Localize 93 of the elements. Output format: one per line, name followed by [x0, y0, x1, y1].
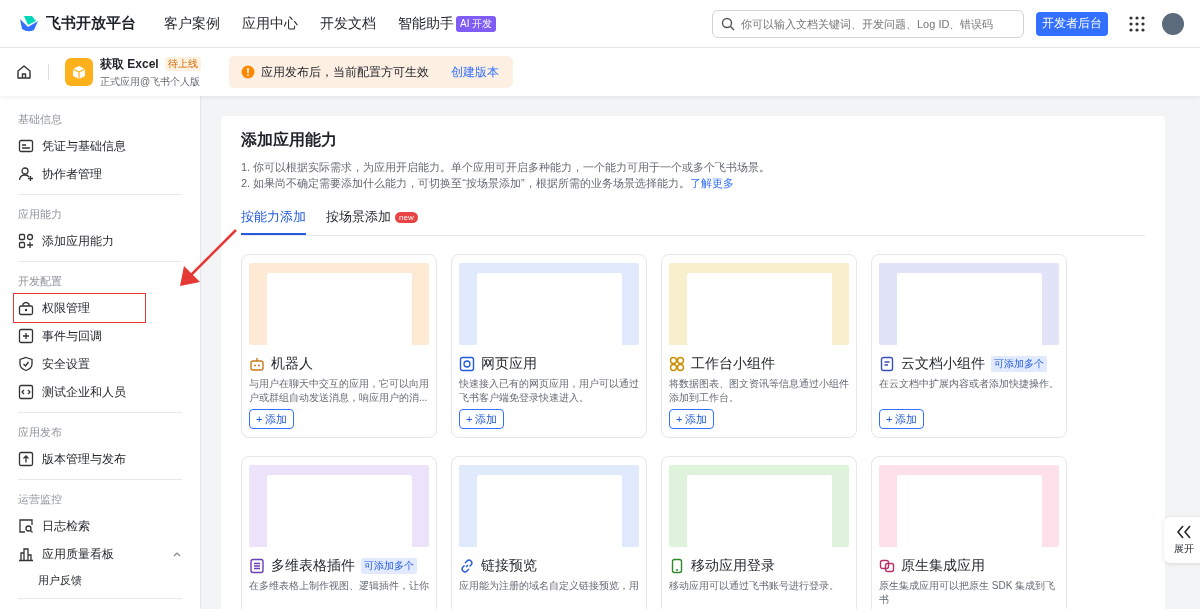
four-circles-icon	[669, 356, 685, 372]
section-title: 运营监控	[18, 492, 63, 507]
search-field[interactable]: 你可以输入文档关键词、开发问题、Log ID、错误码	[712, 9, 1024, 38]
plus-square-icon	[18, 328, 34, 344]
upload-icon	[18, 451, 34, 467]
browser-icon	[459, 356, 475, 372]
id-card-icon	[18, 138, 34, 154]
sidebar-item[interactable]: 安全设置	[18, 350, 182, 378]
card-title: 多维表格插件	[271, 557, 355, 575]
instruction-text: 2. 如果尚不确定需要添加什么能力，可切换至“按场景添加”，根据所需的业务场景选择能力。了解更多	[241, 176, 735, 191]
instruction-text: 1. 你可以根据实际需求，为应用开启能力。单个应用可开启多种能力，一个能力可用于一个或多个飞书场景。	[241, 160, 772, 175]
card-title: 云文档小组件	[901, 355, 985, 373]
nav-link[interactable]: 智能助手	[398, 14, 454, 33]
sidebar-item[interactable]: 协作者管理	[18, 160, 182, 188]
capability-card[interactable]: 工作台小组件 将数据图表、图文资讯等信息通过小组件添加到工作台。 + 添加	[661, 254, 857, 438]
robot-icon	[249, 356, 265, 372]
tab[interactable]: 按场景添加	[326, 205, 391, 235]
card-title: 网页应用	[481, 355, 537, 373]
status-badge: 待上线	[164, 57, 201, 71]
app-subtitle: 正式应用@飞书个人版	[100, 74, 201, 89]
add-button[interactable]: + 添加	[249, 409, 295, 429]
blocks-icon	[18, 233, 34, 249]
bar-chart-icon	[18, 546, 34, 562]
sidebar-item[interactable]: 日志检索	[18, 512, 182, 540]
new-badge: new	[395, 211, 418, 223]
avatar[interactable]	[1162, 12, 1184, 35]
capability-card[interactable]: 网页应用 快速接入已有的网页应用，用户可以通过飞书客户端免登录快速进入。 + 添加	[451, 254, 647, 438]
add-button[interactable]: + 添加	[879, 409, 925, 429]
add-button[interactable]: + 添加	[669, 409, 715, 429]
link-icon	[459, 558, 475, 574]
capability-card[interactable]: 云文档小组件 可添加多个 在云文档中扩展内容或者添加快捷操作。 + 添加	[871, 254, 1067, 438]
page-title: 添加应用能力	[241, 130, 338, 150]
section-title: 应用发布	[18, 425, 63, 440]
capability-card[interactable]: 移动应用登录 移动应用可以通过飞书账号进行登录。	[661, 456, 857, 609]
capability-card[interactable]: 多维表格插件 可添加多个 在多维表格上制作视图、逻辑插件，让你	[241, 456, 437, 609]
home-icon[interactable]	[16, 64, 32, 80]
sidebar-item[interactable]: 凭证与基础信息	[18, 132, 182, 160]
card-title: 链接预览	[481, 557, 537, 575]
capability-card[interactable]: 链接预览 应用能为注册的域名自定义链接预览，用	[451, 456, 647, 609]
create-version-link[interactable]: 创建版本	[450, 63, 499, 81]
add-button[interactable]: + 添加	[459, 409, 505, 429]
apps-grid-icon[interactable]	[1128, 14, 1146, 33]
card-title: 移动应用登录	[691, 557, 775, 575]
sidebar-item[interactable]: 测试企业和人员	[18, 378, 182, 406]
capability-card[interactable]: 原生集成应用 原生集成应用可以把原生 SDK 集成到飞书	[871, 456, 1067, 609]
warning-icon	[240, 65, 255, 79]
expand-button[interactable]: 展开	[1164, 517, 1200, 563]
tab[interactable]: 按能力添加	[241, 205, 306, 235]
card-description: 原生集成应用可以把原生 SDK 集成到飞书	[879, 579, 1057, 607]
card-title: 原生集成应用	[901, 557, 985, 575]
linked-squares-icon	[879, 558, 895, 574]
shield-check-icon	[18, 356, 34, 372]
learn-more-link[interactable]: 了解更多	[689, 177, 734, 189]
card-description: 应用能为注册的域名自定义链接预览，用	[459, 579, 639, 593]
card-description: 在多维表格上制作视图、逻辑插件，让你	[249, 579, 429, 593]
card-title: 工作台小组件	[691, 355, 775, 373]
section-title: 开发配置	[18, 274, 63, 289]
ai-badge: AI 开发	[456, 15, 497, 32]
code-icon	[18, 384, 34, 400]
logo-text: 飞书开放平台	[46, 14, 136, 33]
multi-tag: 可添加多个	[361, 558, 417, 574]
sidebar-item[interactable]: 事件与回调	[18, 322, 182, 350]
nav-link[interactable]: 客户案例	[164, 14, 220, 33]
card-description: 在云文档中扩展内容或者添加快捷操作。	[879, 377, 1059, 391]
double-chevron-icon	[1176, 524, 1192, 539]
document-icon	[879, 356, 895, 372]
section-title: 应用能力	[18, 207, 63, 222]
card-description: 快速接入已有的网页应用，用户可以通过飞书客户端免登录快速进入。	[459, 377, 639, 405]
phone-icon	[669, 558, 685, 574]
card-description: 移动应用可以通过飞书账号进行登录。	[669, 579, 840, 593]
section-title: 基础信息	[18, 112, 63, 127]
sidebar-item[interactable]: 应用质量看板	[18, 540, 182, 568]
card-title: 机器人	[271, 355, 313, 373]
person-add-icon	[18, 166, 34, 182]
card-description: 将数据图表、图文资讯等信息通过小组件添加到工作台。	[669, 377, 849, 405]
sidebar-item[interactable]: 添加应用能力	[18, 227, 182, 255]
search-doc-icon	[18, 518, 34, 534]
nav-link[interactable]: 应用中心	[242, 14, 298, 33]
notice-text: 应用发布后，当前配置方可生效	[260, 63, 429, 81]
table-icon	[249, 558, 265, 574]
search-icon	[721, 16, 735, 31]
sidebar-item[interactable]: 版本管理与发布	[18, 445, 182, 473]
lock-icon	[18, 300, 34, 316]
nav-link[interactable]: 开发文档	[320, 14, 376, 33]
card-description: 与用户在聊天中交互的应用，它可以向用户或群组自动发送消息，响应用户的消...	[249, 377, 429, 405]
sidebar-item[interactable]: 权限管理	[14, 294, 145, 322]
app-name: 获取 Excel	[100, 55, 159, 73]
multi-tag: 可添加多个	[991, 356, 1047, 372]
app-box-icon	[65, 58, 93, 86]
logo-icon	[18, 14, 40, 33]
developer-console-button[interactable]: 开发者后台	[1036, 11, 1108, 36]
sidebar-subitem[interactable]: 用户反馈	[18, 568, 182, 592]
capability-card[interactable]: 机器人 与用户在聊天中交互的应用，它可以向用户或群组自动发送消息，响应用户的消... + 添加	[241, 254, 437, 438]
